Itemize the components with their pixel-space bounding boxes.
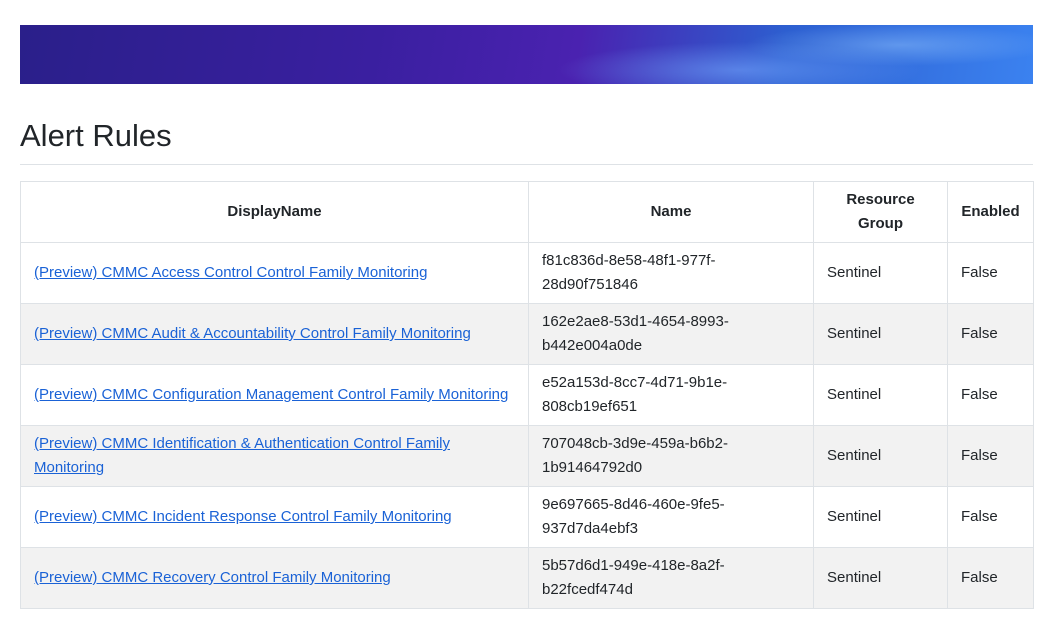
resource-group-cell: Sentinel (813, 486, 948, 548)
rule-link[interactable]: (Preview) CMMC Recovery Control Family M… (34, 569, 391, 586)
resource-group-cell: Sentinel (813, 547, 948, 609)
rule-link[interactable]: (Preview) CMMC Incident Response Control… (34, 508, 452, 525)
table-row: (Preview) CMMC Incident Response Control… (20, 486, 1034, 548)
table-row: (Preview) CMMC Audit & Accountability Co… (20, 303, 1034, 365)
enabled-cell: False (947, 425, 1034, 487)
displayname-cell: (Preview) CMMC Configuration Management … (20, 364, 529, 426)
name-cell: e52a153d-8cc7-4d71-9b1e-808cb19ef651 (528, 364, 814, 426)
title-divider (20, 164, 1033, 165)
displayname-cell: (Preview) CMMC Identification & Authenti… (20, 425, 529, 487)
header-banner (20, 25, 1033, 84)
enabled-cell: False (947, 547, 1034, 609)
page-title: Alert Rules (20, 118, 172, 153)
table-row: (Preview) CMMC Recovery Control Family M… (20, 547, 1034, 609)
table-row: (Preview) CMMC Access Control Control Fa… (20, 242, 1034, 304)
enabled-cell: False (947, 303, 1034, 365)
table-row: (Preview) CMMC Configuration Management … (20, 364, 1034, 426)
column-header-displayname: DisplayName (20, 181, 529, 243)
displayname-cell: (Preview) CMMC Audit & Accountability Co… (20, 303, 529, 365)
resource-group-cell: Sentinel (813, 425, 948, 487)
column-header-enabled: Enabled (947, 181, 1034, 243)
resource-group-cell: Sentinel (813, 303, 948, 365)
name-cell: f81c836d-8e58-48f1-977f-28d90f751846 (528, 242, 814, 304)
enabled-cell: False (947, 486, 1034, 548)
name-cell: 9e697665-8d46-460e-9fe5-937d7da4ebf3 (528, 486, 814, 548)
displayname-cell: (Preview) CMMC Recovery Control Family M… (20, 547, 529, 609)
alert-rules-table: DisplayName Name Resource Group Enabled … (20, 181, 1034, 609)
rule-link[interactable]: (Preview) CMMC Audit & Accountability Co… (34, 325, 471, 342)
name-cell: 162e2ae8-53d1-4654-8993-b442e004a0de (528, 303, 814, 365)
enabled-cell: False (947, 242, 1034, 304)
rule-link[interactable]: (Preview) CMMC Access Control Control Fa… (34, 264, 427, 281)
rule-link[interactable]: (Preview) CMMC Identification & Authenti… (34, 435, 450, 476)
rule-link[interactable]: (Preview) CMMC Configuration Management … (34, 386, 508, 403)
displayname-cell: (Preview) CMMC Incident Response Control… (20, 486, 529, 548)
table-header-row: DisplayName Name Resource Group Enabled (20, 181, 1034, 243)
displayname-cell: (Preview) CMMC Access Control Control Fa… (20, 242, 529, 304)
column-header-name: Name (528, 181, 814, 243)
name-cell: 5b57d6d1-949e-418e-8a2f-b22fcedf474d (528, 547, 814, 609)
table-row: (Preview) CMMC Identification & Authenti… (20, 425, 1034, 487)
resource-group-cell: Sentinel (813, 364, 948, 426)
resource-group-cell: Sentinel (813, 242, 948, 304)
name-cell: 707048cb-3d9e-459a-b6b2-1b91464792d0 (528, 425, 814, 487)
column-header-resource-group: Resource Group (813, 181, 948, 243)
enabled-cell: False (947, 364, 1034, 426)
